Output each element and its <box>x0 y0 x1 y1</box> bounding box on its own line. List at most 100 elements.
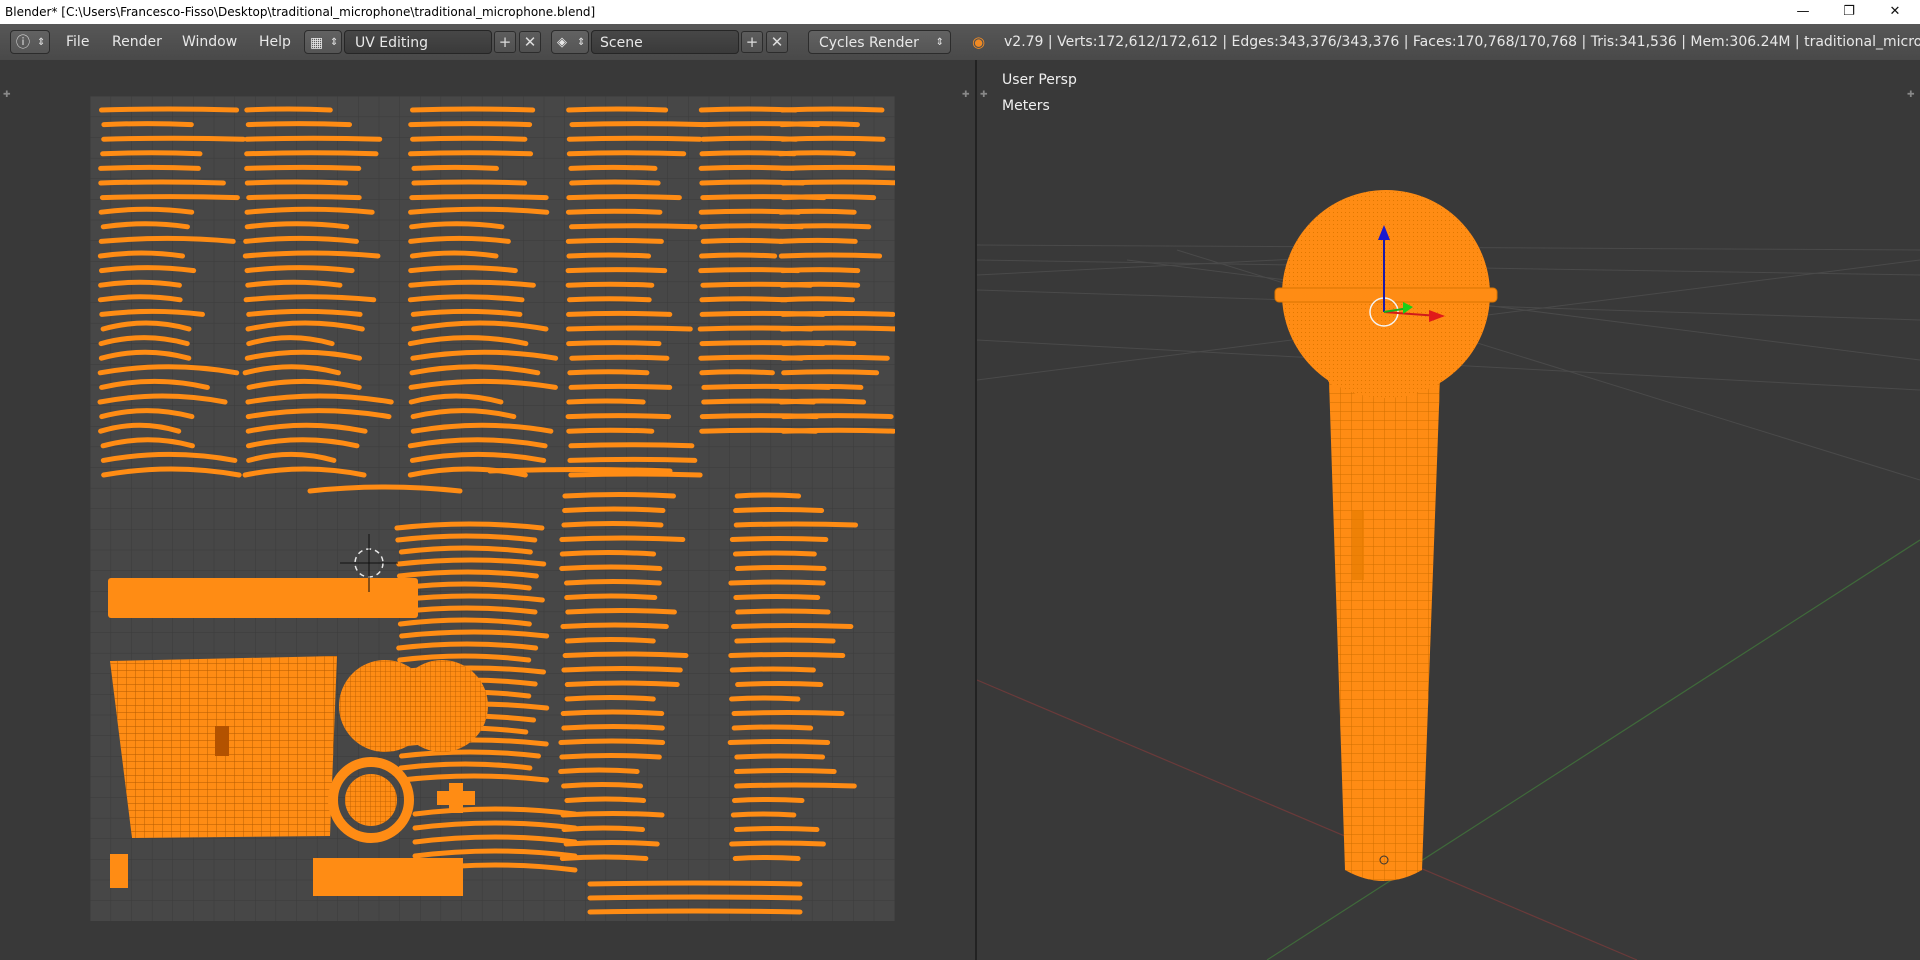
uv-island-strip <box>780 354 890 361</box>
uv-island-strip <box>245 121 353 128</box>
uv-island-strip <box>559 753 662 760</box>
layout-icon: ▦ <box>310 35 324 51</box>
uv-island-strip <box>779 121 860 128</box>
uv-island-strip <box>560 811 665 818</box>
render-engine-dropdown[interactable]: Cycles Render ⇕ <box>808 30 951 54</box>
uv-island-strip <box>565 413 672 420</box>
chevron-updown-icon: ⇕ <box>37 37 46 48</box>
info-icon: ⓘ <box>16 35 30 51</box>
uv-island-strip <box>733 594 821 600</box>
uv-island-strip <box>729 536 829 542</box>
uv-island-strip <box>244 150 379 157</box>
blender-logo-icon: ◉ <box>972 33 986 51</box>
uv-island-strip <box>779 106 885 113</box>
uv-island-strip <box>561 521 664 528</box>
editor-type-selector[interactable]: ⓘ ⇕ <box>10 30 50 54</box>
uv-island-strip <box>562 506 666 513</box>
uv-island-strip <box>559 535 686 542</box>
uv-island-strip <box>98 106 240 113</box>
area-split-corner-icon[interactable]: ✚ <box>962 90 972 100</box>
uv-island-strip <box>564 593 658 600</box>
scene-icon: ◈ <box>557 35 567 50</box>
uv-island-strip <box>730 811 797 818</box>
uv-island-strip <box>566 150 687 157</box>
uv-island-strip <box>779 164 895 171</box>
uv-island-strip <box>699 252 778 259</box>
uv-island-strip <box>558 738 666 745</box>
microphone-model <box>1274 190 1498 881</box>
uv-island-strip <box>778 398 867 405</box>
remove-screen-icon[interactable]: ✕ <box>519 31 541 53</box>
uv-island-strip <box>699 296 789 303</box>
uv-island-strip <box>560 622 669 629</box>
chevron-updown-icon: ⇕ <box>935 37 944 48</box>
uv-island-head-caps <box>339 660 488 752</box>
uv-island-strip <box>566 135 703 142</box>
minimize-icon[interactable]: — <box>1780 0 1826 24</box>
uv-island-strip <box>568 223 698 230</box>
menu-window[interactable]: Window <box>174 30 245 54</box>
uv-island-strip <box>777 208 857 215</box>
uv-island-strip <box>587 908 803 915</box>
uv-island-strip <box>565 281 655 288</box>
uv-island-strip <box>564 796 647 803</box>
uv-island-strip <box>559 564 663 571</box>
uv-island-strip <box>699 369 775 376</box>
uv-island-strip <box>731 797 805 803</box>
uv-island-strip <box>559 550 657 557</box>
uv-island-strip <box>244 179 349 186</box>
uv-island-strip <box>101 135 246 142</box>
uv-island-strip <box>780 413 894 420</box>
menu-file[interactable]: File <box>58 30 97 54</box>
close-icon[interactable]: ✕ <box>1872 0 1918 24</box>
uv-island-strip <box>779 325 895 332</box>
window-title-bar: Blender* [C:\Users\Francesco-Fisso\Deskt… <box>0 0 1920 24</box>
uv-island-strip <box>731 710 845 716</box>
3d-viewport[interactable]: ✚ ✚ User Persp Meters <box>977 60 1920 960</box>
uv-island-strip <box>100 150 203 157</box>
uv-island-strip <box>246 194 362 201</box>
uv-island-strip <box>566 106 669 113</box>
screen-layout-browse-button[interactable]: ▦ ⇕ <box>304 30 342 54</box>
uv-image-editor[interactable]: ✚ ✚ <box>0 60 975 960</box>
scene-name-field[interactable]: Scene <box>591 30 739 54</box>
restore-icon[interactable]: ❐ <box>1826 0 1872 24</box>
uv-island-strip <box>569 179 661 186</box>
uv-layout-canvas[interactable] <box>90 96 895 921</box>
uv-island-strip <box>728 579 826 586</box>
area-split-corner-icon[interactable]: ✚ <box>3 90 13 100</box>
menu-help[interactable]: Help <box>251 30 299 54</box>
window-title: Blender* [C:\Users\Francesco-Fisso\Deskt… <box>5 5 596 19</box>
uv-island-strip <box>566 398 646 405</box>
screen-layout-name-field[interactable]: UV Editing <box>344 30 492 54</box>
scene-browse-button[interactable]: ◈ ⇕ <box>551 30 589 54</box>
uv-island-strip <box>487 467 673 474</box>
uv-island-strip <box>732 855 801 861</box>
uv-island-strip <box>569 354 670 361</box>
uv-island-strip <box>567 296 652 303</box>
menu-render[interactable]: Render <box>104 30 170 54</box>
uv-island-strip <box>778 296 856 303</box>
uv-island-strip <box>566 194 682 201</box>
uv-island-strip <box>567 369 650 376</box>
uv-island-strip <box>561 724 665 731</box>
add-scene-icon[interactable]: + <box>741 31 763 53</box>
uv-island-strip <box>568 383 673 390</box>
uv-island-strip <box>567 456 698 463</box>
uv-island-strip <box>731 623 854 629</box>
uv-island-strip <box>732 550 817 557</box>
uv-island-strip <box>566 252 652 259</box>
uv-island-handle <box>110 656 337 838</box>
remove-scene-icon[interactable]: ✕ <box>766 31 788 53</box>
uv-island-strip <box>780 194 877 201</box>
chevron-updown-icon: ⇕ <box>330 37 339 48</box>
uv-island-strip <box>564 637 656 644</box>
uv-island-strip <box>569 121 708 128</box>
uv-island-strip <box>733 507 825 513</box>
uv-island-strip <box>781 369 880 376</box>
uv-island-strip <box>779 135 886 142</box>
add-screen-icon[interactable]: + <box>494 31 516 53</box>
uv-island-strip <box>98 179 226 186</box>
render-engine-label: Cycles Render <box>819 35 919 51</box>
uv-island-strip <box>568 164 658 171</box>
